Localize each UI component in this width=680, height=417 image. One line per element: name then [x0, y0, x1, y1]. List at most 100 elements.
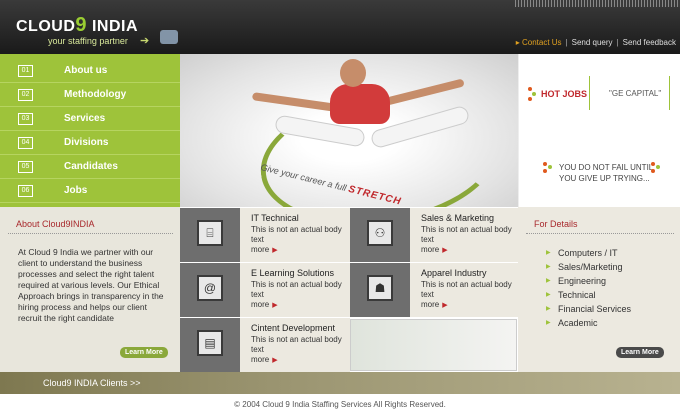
service-body: This is not an actual body text: [251, 335, 342, 354]
hot-job-company[interactable]: "GE CAPITAL": [609, 89, 661, 98]
shirt-icon: ☗: [367, 275, 393, 301]
nav-label: Jobs: [64, 185, 88, 196]
service-more-link[interactable]: more ▶: [421, 300, 520, 309]
at-icon: @: [197, 275, 223, 301]
nav-item-methodology[interactable]: 02 Methodology: [0, 83, 180, 107]
nav-label: Divisions: [64, 137, 109, 148]
people-icon: [160, 30, 178, 44]
quote-line: YOU GIVE UP TRYING...: [559, 174, 650, 183]
divider: [526, 233, 674, 234]
site-header: CLOUD9 INDIA your staffing partner ➔ ▸ C…: [0, 0, 680, 54]
service-e-learning[interactable]: @ E Learning Solutions This is not an ac…: [180, 263, 350, 318]
link-separator: |: [565, 38, 568, 47]
link-separator: |: [616, 38, 619, 47]
nav-number: 02: [18, 89, 33, 101]
service-body: This is not an actual body text: [421, 225, 512, 244]
motivational-quote: YOU DO NOT FAIL UNTIL YOU GIVE UP TRYING…: [559, 162, 653, 184]
office-photo: [350, 319, 517, 371]
nav-number: 03: [18, 113, 33, 125]
service-icon: ▤: [180, 318, 240, 372]
nav-number: 06: [18, 185, 33, 197]
more-label: more: [421, 300, 440, 309]
details-list: Computers / IT Sales/Marketing Engineeri…: [546, 248, 631, 332]
nav-label: About us: [64, 65, 108, 76]
nav-label: Candidates: [64, 161, 118, 172]
service-text: Sales & Marketing This is not an actual …: [410, 208, 520, 262]
service-icon: ⚇: [350, 208, 410, 262]
nav-number: 04: [18, 137, 33, 149]
service-body: This is not an actual body text: [251, 225, 342, 244]
nav-number: 05: [18, 161, 33, 173]
service-title: E Learning Solutions: [251, 268, 335, 278]
services-grid: ⌸ IT Technical This is not an actual bod…: [180, 207, 520, 373]
divider: [669, 76, 670, 110]
service-text: IT Technical This is not an actual body …: [240, 208, 350, 262]
logo-text-left: CLOUD: [16, 18, 76, 35]
people-icon: ⚇: [367, 220, 393, 246]
details-item[interactable]: Computers / IT: [546, 248, 631, 262]
service-body: This is not an actual body text: [421, 280, 512, 299]
more-label: more: [251, 300, 270, 309]
service-more-link[interactable]: more ▶: [251, 245, 350, 254]
hot-jobs-panel: HOT JOBS "GE CAPITAL" YOU DO NOT FAIL UN…: [518, 54, 680, 207]
hero-athlete: [330, 84, 390, 124]
more-label: more: [251, 355, 270, 364]
logo-text-right: INDIA: [87, 18, 139, 35]
more-label: more: [421, 245, 440, 254]
hero-athlete: [251, 92, 338, 112]
service-title: Sales & Marketing: [421, 213, 495, 223]
details-item[interactable]: Academic: [546, 318, 631, 332]
details-item[interactable]: Engineering: [546, 276, 631, 290]
service-title: Cintent Development: [251, 323, 336, 333]
about-title: About Cloud9INDIA: [16, 219, 95, 229]
main-nav: 01 About us 02 Methodology 03 Services 04 Di…: [0, 54, 180, 207]
service-more-link[interactable]: more ▶: [251, 355, 350, 364]
about-body: At Cloud 9 India we partner with our cli…: [18, 247, 164, 323]
nav-item-divisions[interactable]: 04 Divisions: [0, 131, 180, 155]
document-icon: ▤: [197, 330, 223, 356]
send-feedback-link[interactable]: Send feedback: [623, 38, 676, 47]
clients-link[interactable]: Cloud9 INDIA Clients >>: [43, 378, 141, 388]
service-more-link[interactable]: more ▶: [251, 300, 350, 309]
service-apparel[interactable]: ☗ Apparel Industry This is not an actual…: [350, 263, 520, 318]
copyright: © 2004 Cloud 9 India Staffing Services A…: [234, 400, 446, 409]
service-content-development[interactable]: ▤ Cintent Development This is not an act…: [180, 318, 350, 373]
service-sales-marketing[interactable]: ⚇ Sales & Marketing This is not an actua…: [350, 208, 520, 263]
service-title: Apparel Industry: [421, 268, 487, 278]
arrow-right-icon: ▶: [272, 302, 278, 309]
logo[interactable]: CLOUD9 INDIA: [16, 14, 138, 37]
details-item[interactable]: Technical: [546, 290, 631, 304]
service-it-technical[interactable]: ⌸ IT Technical This is not an actual bod…: [180, 208, 350, 263]
nav-item-jobs[interactable]: 06 Jobs: [0, 179, 180, 203]
nav-item-about-us[interactable]: 01 About us: [0, 59, 180, 83]
service-icon: ☗: [350, 263, 410, 317]
service-text: Cintent Development This is not an actua…: [240, 318, 350, 372]
dots-icon: [651, 162, 661, 174]
hero-athlete: [340, 59, 366, 87]
details-learn-more-button[interactable]: Learn More: [616, 347, 664, 358]
quote-line: YOU DO NOT FAIL UNTIL: [559, 163, 654, 172]
service-more-link[interactable]: more ▶: [421, 245, 520, 254]
header-stripe: [515, 0, 680, 7]
tagline: your staffing partner: [48, 36, 128, 46]
nav-item-services[interactable]: 03 Services: [0, 107, 180, 131]
nav-label: Services: [64, 113, 106, 124]
service-body: This is not an actual body text: [251, 280, 342, 299]
service-icon: @: [180, 263, 240, 317]
arrow-right-icon: ▶: [272, 357, 278, 364]
send-query-link[interactable]: Send query: [572, 38, 613, 47]
about-learn-more-button[interactable]: Learn More: [120, 347, 168, 358]
clients-bar: Cloud9 INDIA Clients >>: [0, 372, 680, 394]
hero-banner: Give your career a full STRETCH: [180, 54, 518, 207]
contact-us-link[interactable]: Contact Us: [522, 38, 562, 47]
details-item[interactable]: Sales/Marketing: [546, 262, 631, 276]
dots-icon: [528, 87, 536, 101]
service-text: Apparel Industry This is not an actual b…: [410, 263, 520, 317]
nav-item-candidates[interactable]: 05 Candidates: [0, 155, 180, 179]
divider: [589, 76, 590, 110]
arrow-right-icon: ▶: [442, 247, 448, 254]
arrow-right-icon: ▶: [442, 302, 448, 309]
details-item[interactable]: Financial Services: [546, 304, 631, 318]
more-label: more: [251, 245, 270, 254]
dots-icon: [543, 162, 553, 174]
